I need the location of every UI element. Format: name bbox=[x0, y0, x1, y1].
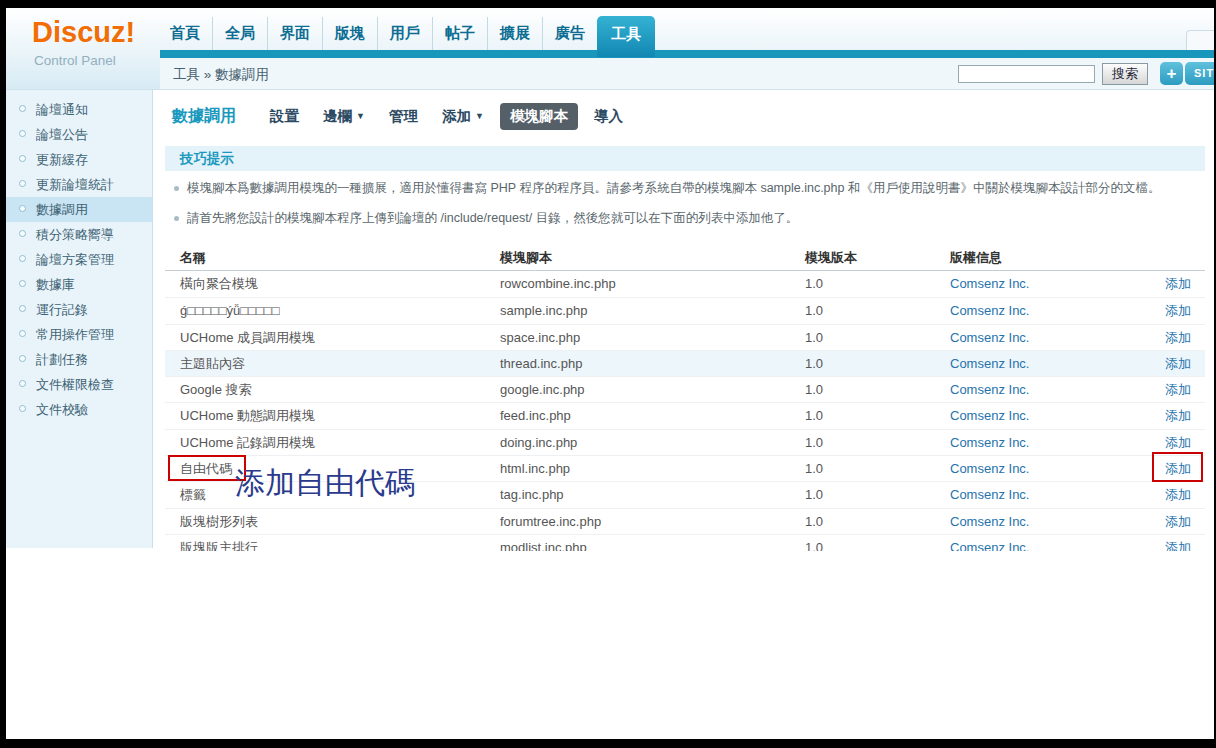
copyright-link[interactable]: Comsenz Inc. bbox=[950, 509, 1029, 535]
highlight-box-action bbox=[1152, 452, 1203, 482]
column-header: 名稱 bbox=[180, 245, 206, 271]
bullet-icon bbox=[19, 330, 26, 337]
column-header: 版權信息 bbox=[950, 245, 1002, 271]
nav-tab-廣告[interactable]: 廣告 bbox=[542, 17, 597, 50]
bullet-icon bbox=[19, 130, 26, 137]
annotation-text: 添加自由代碼 bbox=[235, 466, 415, 499]
copyright-link[interactable]: Comsenz Inc. bbox=[950, 298, 1029, 324]
module-tab-模塊腳本[interactable]: 模塊腳本 bbox=[500, 103, 578, 130]
copyright-link[interactable]: Comsenz Inc. bbox=[950, 377, 1029, 403]
teal-bar bbox=[160, 50, 1214, 58]
table-row: Google 搜索 google.inc.php 1.0 Comsenz Inc… bbox=[165, 376, 1205, 402]
add-link[interactable]: 添加 bbox=[1165, 482, 1191, 508]
sidebar-item-計劃任務[interactable]: 計劃任務 bbox=[6, 347, 152, 372]
nav-tab-版塊[interactable]: 版塊 bbox=[322, 17, 377, 50]
add-link[interactable]: 添加 bbox=[1165, 403, 1191, 429]
module-tab-設置[interactable]: 設置 bbox=[258, 103, 311, 130]
table-row: UCHome 動態調用模塊 feed.inc.php 1.0 Comsenz I… bbox=[165, 402, 1205, 428]
table-row: UCHome 成員調用模塊 space.inc.php 1.0 Comsenz … bbox=[165, 324, 1205, 350]
bullet-icon bbox=[19, 205, 26, 212]
logo-subtitle: Control Panel bbox=[34, 53, 116, 68]
sidebar-item-積分策略嚮導[interactable]: 積分策略嚮導 bbox=[6, 222, 152, 247]
corner-tab[interactable] bbox=[1186, 30, 1214, 50]
column-header: 模塊腳本 bbox=[500, 245, 552, 271]
sidebar-item-論壇公告[interactable]: 論壇公告 bbox=[6, 122, 152, 147]
copyright-link[interactable]: Comsenz Inc. bbox=[950, 325, 1029, 351]
copyright-link[interactable]: Comsenz Inc. bbox=[950, 482, 1029, 508]
tips-list: 模塊腳本爲數據調用模塊的一種擴展，適用於懂得書寫 PHP 程序的程序員。請參考系… bbox=[165, 173, 1160, 233]
nav-tab-擴展[interactable]: 擴展 bbox=[487, 17, 542, 50]
tip-item: 請首先將您設計的模塊腳本程序上傳到論壇的 /include/request/ 目… bbox=[165, 203, 1160, 233]
table-header: 名稱 模塊腳本 模塊版本 版權信息 bbox=[165, 245, 1205, 271]
nav-tab-工具[interactable]: 工具 bbox=[597, 16, 655, 57]
bullet-icon bbox=[19, 355, 26, 362]
add-link[interactable]: 添加 bbox=[1165, 271, 1191, 297]
tips-header: 技巧提示 bbox=[165, 146, 1205, 171]
copyright-link[interactable]: Comsenz Inc. bbox=[950, 535, 1029, 551]
add-link[interactable]: 添加 bbox=[1165, 351, 1191, 377]
nav-tab-帖子[interactable]: 帖子 bbox=[432, 17, 487, 50]
bullet-icon bbox=[19, 405, 26, 412]
bullet-icon bbox=[19, 305, 26, 312]
module-tabs: 設置邊欄 ▼管理添加 ▼模塊腳本導入 bbox=[258, 103, 635, 130]
copyright-link[interactable]: Comsenz Inc. bbox=[950, 271, 1029, 297]
sidebar-item-文件校驗[interactable]: 文件校驗 bbox=[6, 397, 152, 422]
table-row: UCHome 記錄調用模塊 doing.inc.php 1.0 Comsenz … bbox=[165, 429, 1205, 455]
header: Discuz! Control Panel 首頁全局界面版塊用戶帖子擴展廣告工具… bbox=[6, 8, 1214, 90]
nav-tab-用戶[interactable]: 用戶 bbox=[377, 17, 432, 50]
page: Discuz! Control Panel 首頁全局界面版塊用戶帖子擴展廣告工具… bbox=[6, 8, 1214, 739]
copyright-link[interactable]: Comsenz Inc. bbox=[950, 403, 1029, 429]
breadcrumb: 工具 » 數據調用 bbox=[173, 66, 269, 84]
table-row: 主題貼內容 thread.inc.php 1.0 Comsenz Inc. 添加 bbox=[165, 350, 1205, 376]
page-title: 數據調用 bbox=[172, 106, 236, 127]
nav-tab-界面[interactable]: 界面 bbox=[267, 17, 322, 50]
logo[interactable]: Discuz! bbox=[32, 16, 135, 49]
breadcrumb-bar: 工具 » 數據調用 搜索 + SITE bbox=[160, 58, 1214, 89]
site-button[interactable]: SITE bbox=[1185, 62, 1214, 85]
column-header: 模塊版本 bbox=[805, 245, 857, 271]
add-link[interactable]: 添加 bbox=[1165, 298, 1191, 324]
table-row: 版塊版主排行 modlist.inc.php 1.0 Comsenz Inc. … bbox=[165, 534, 1205, 551]
bullet-icon bbox=[19, 280, 26, 287]
module-tab-管理[interactable]: 管理 bbox=[377, 103, 430, 130]
add-link[interactable]: 添加 bbox=[1165, 377, 1191, 403]
table-row: 版塊樹形列表 forumtree.inc.php 1.0 Comsenz Inc… bbox=[165, 508, 1205, 534]
copyright-link[interactable]: Comsenz Inc. bbox=[950, 351, 1029, 377]
bullet-icon bbox=[19, 380, 26, 387]
add-link[interactable]: 添加 bbox=[1165, 325, 1191, 351]
sidebar-item-論壇通知[interactable]: 論壇通知 bbox=[6, 97, 152, 122]
module-tab-添加[interactable]: 添加 ▼ bbox=[430, 103, 496, 130]
sidebar-item-論壇方案管理[interactable]: 論壇方案管理 bbox=[6, 247, 152, 272]
sidebar-item-運行記錄[interactable]: 運行記錄 bbox=[6, 297, 152, 322]
sidebar-item-常用操作管理[interactable]: 常用操作管理 bbox=[6, 322, 152, 347]
module-tab-邊欄[interactable]: 邊欄 ▼ bbox=[311, 103, 377, 130]
top-nav: 首頁全局界面版塊用戶帖子擴展廣告工具 bbox=[158, 8, 655, 50]
bullet-icon bbox=[19, 180, 26, 187]
search-button[interactable]: 搜索 bbox=[1102, 63, 1148, 85]
sidebar-item-更新論壇統計[interactable]: 更新論壇統計 bbox=[6, 172, 152, 197]
sidebar: 論壇通知論壇公告更新緩存更新論壇統計數據調用積分策略嚮導論壇方案管理數據庫運行記… bbox=[6, 90, 153, 548]
nav-tab-首頁[interactable]: 首頁 bbox=[158, 17, 212, 50]
sidebar-item-數據庫[interactable]: 數據庫 bbox=[6, 272, 152, 297]
copyright-link[interactable]: Comsenz Inc. bbox=[950, 456, 1029, 482]
add-link[interactable]: 添加 bbox=[1165, 535, 1191, 551]
search-input[interactable] bbox=[958, 65, 1095, 83]
plus-button[interactable]: + bbox=[1160, 62, 1183, 85]
table-row: 橫向聚合模塊 rowcombine.inc.php 1.0 Comsenz In… bbox=[165, 271, 1205, 297]
module-tab-導入[interactable]: 導入 bbox=[582, 103, 635, 130]
nav-tab-全局[interactable]: 全局 bbox=[212, 17, 267, 50]
bullet-icon bbox=[19, 255, 26, 262]
bullet-icon bbox=[19, 230, 26, 237]
add-link[interactable]: 添加 bbox=[1165, 509, 1191, 535]
tip-item: 模塊腳本爲數據調用模塊的一種擴展，適用於懂得書寫 PHP 程序的程序員。請參考系… bbox=[165, 173, 1160, 203]
bullet-icon bbox=[19, 105, 26, 112]
sidebar-item-更新緩存[interactable]: 更新緩存 bbox=[6, 147, 152, 172]
table-row: ǵ□□□□□ýǚ□□□□□ sample.inc.php 1.0 Comsenz… bbox=[165, 297, 1205, 323]
bullet-icon bbox=[19, 155, 26, 162]
module-table: 名稱 模塊腳本 模塊版本 版權信息 橫向聚合模塊 rowcombine.inc.php… bbox=[165, 245, 1205, 551]
copyright-link[interactable]: Comsenz Inc. bbox=[950, 430, 1029, 456]
sidebar-item-數據調用[interactable]: 數據調用 bbox=[6, 197, 152, 222]
sidebar-item-文件權限檢查[interactable]: 文件權限檢查 bbox=[6, 372, 152, 397]
